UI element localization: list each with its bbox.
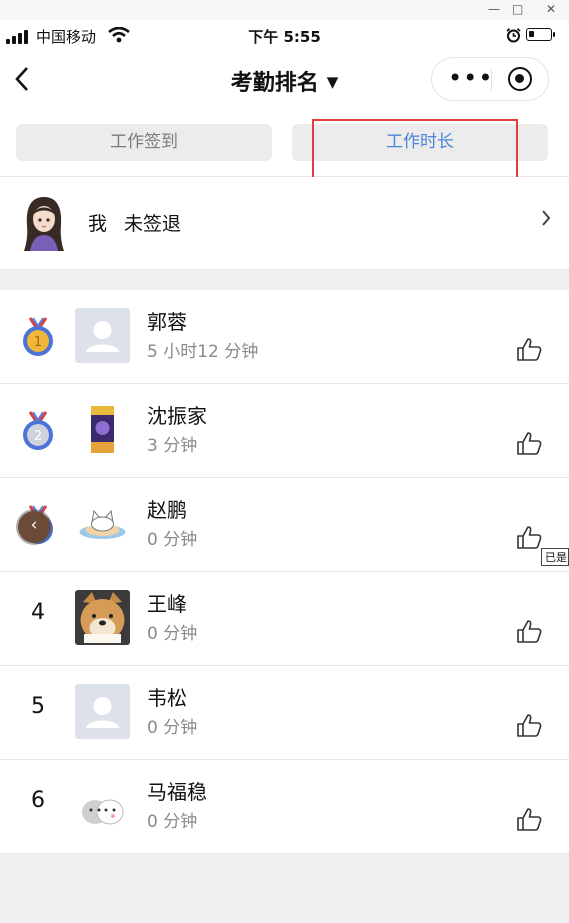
member-duration: 5 小时12 分钟 — [147, 342, 259, 362]
status-time: 下午 5:55 — [248, 28, 321, 46]
thumbs-up-icon[interactable] — [516, 619, 542, 643]
alarm-icon — [506, 28, 521, 43]
rank-number: 4 — [31, 600, 45, 625]
capsule-divider — [491, 69, 492, 91]
member-name: 王峰 — [147, 592, 187, 616]
gold-medal-icon: 1 — [23, 317, 53, 356]
dog-avatar-image — [75, 590, 130, 645]
thumbs-up-icon[interactable] — [516, 337, 542, 361]
status-bar: 中国移动 下午 5:55 — [0, 20, 569, 52]
miniprogram-capsule: ••• — [431, 57, 549, 101]
battery-icon — [526, 28, 555, 41]
window-titlebar: — □ ✕ — [0, 0, 569, 21]
highlight-box — [312, 119, 518, 183]
member-duration: 3 分钟 — [147, 436, 198, 456]
member-name: 韦松 — [147, 686, 187, 710]
close-icon[interactable]: ✕ — [546, 2, 556, 16]
ranking-list: 1 郭蓉 5 小时12 分钟 2 沈振家 3 分钟 赵鹏 0 分钟 4 王峰 0… — [0, 290, 569, 854]
list-item[interactable]: 5 韦松 0 分钟 — [0, 666, 569, 760]
chevron-left-icon: ‹ — [30, 515, 38, 535]
silver-medal-icon: 2 — [23, 411, 53, 450]
rank-number: 2 — [34, 429, 42, 444]
nav-bar: 考勤排名 ▼ ••• — [0, 52, 569, 110]
close-miniprogram-icon[interactable] — [508, 67, 532, 91]
thumbs-up-icon[interactable] — [516, 431, 542, 455]
more-icon[interactable]: ••• — [448, 66, 493, 90]
default-avatar-icon — [75, 684, 130, 739]
chevron-right-icon[interactable] — [541, 208, 551, 233]
cartoon-cats-avatar-image — [75, 778, 130, 833]
default-avatar-icon — [75, 308, 130, 363]
thumbs-up-icon[interactable] — [516, 713, 542, 737]
my-status-row[interactable]: 我 未签退 — [0, 177, 569, 270]
product-avatar-image — [75, 402, 130, 457]
member-name: 赵鹏 — [147, 498, 187, 522]
list-item[interactable]: 4 王峰 0 分钟 — [0, 572, 569, 666]
rank-number: 1 — [34, 335, 42, 350]
member-name: 郭蓉 — [147, 310, 187, 334]
maximize-icon[interactable]: □ — [512, 2, 523, 16]
tab-work-checkin[interactable]: 工作签到 — [16, 124, 272, 161]
member-duration: 0 分钟 — [147, 530, 198, 550]
list-item[interactable]: 1 郭蓉 5 小时12 分钟 — [0, 290, 569, 384]
caret-down-icon[interactable]: ▼ — [327, 73, 339, 91]
member-name: 马福稳 — [147, 780, 207, 804]
member-name: 沈振家 — [147, 404, 207, 428]
member-duration: 0 分钟 — [147, 812, 198, 832]
rank-number: 6 — [31, 788, 45, 813]
member-duration: 0 分钟 — [147, 624, 198, 644]
floating-back-button[interactable]: ‹ — [18, 511, 50, 543]
thumbs-up-icon[interactable] — [516, 807, 542, 831]
minimize-icon[interactable]: — — [488, 2, 500, 16]
list-item[interactable]: 2 沈振家 3 分钟 — [0, 384, 569, 478]
cat-avatar-image — [75, 496, 130, 551]
tooltip: 已是 — [541, 548, 569, 566]
rank-number: 5 — [31, 694, 45, 719]
list-item[interactable]: 6 马福稳 0 分钟 — [0, 760, 569, 854]
me-label: 我 — [88, 213, 108, 235]
page-title-text: 考勤排名 — [230, 71, 319, 96]
list-item[interactable]: 3 赵鹏 0 分钟 — [0, 478, 569, 572]
me-status: 未签退 — [124, 213, 182, 235]
avatar — [24, 197, 64, 251]
thumbs-up-icon[interactable] — [516, 525, 542, 549]
member-duration: 0 分钟 — [147, 718, 198, 738]
